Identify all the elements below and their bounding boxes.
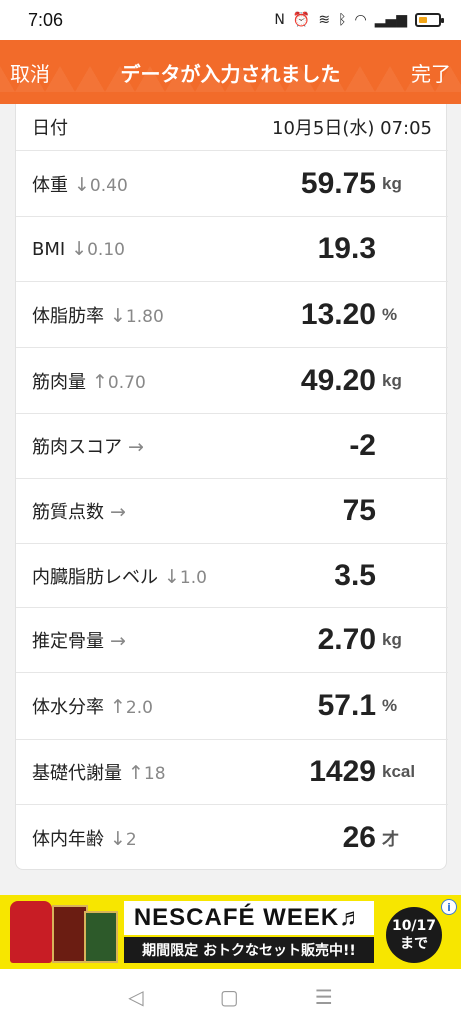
row-label: 内臓脂肪レベル <box>32 566 158 588</box>
home-icon[interactable]: ▢ <box>220 985 239 1009</box>
ad-date-badge: 10/17 まで <box>386 907 442 963</box>
measurement-row-bmr[interactable]: 基礎代謝量 ↑18 1429 kcal <box>16 740 448 805</box>
row-delta: 0.70 <box>107 372 146 393</box>
row-value: 1429 <box>309 755 376 788</box>
row-value: 2.70 <box>317 623 376 656</box>
vibrate-icon: ≋ <box>318 12 331 28</box>
down-arrow-icon: ↓ <box>110 827 126 850</box>
recents-icon[interactable]: ☰ <box>315 985 333 1009</box>
measurement-row-weight[interactable]: 体重 ↓0.40 59.75 kg <box>16 151 448 217</box>
row-unit: kcal <box>382 762 416 781</box>
status-time: 7:06 <box>28 9 64 30</box>
row-label: 推定骨量 <box>32 631 104 652</box>
row-delta: 18 <box>143 764 166 784</box>
row-label: 筋肉スコア <box>32 437 122 458</box>
row-label: 筋肉量 <box>32 371 86 393</box>
row-unit: kg <box>382 370 402 390</box>
row-unit: 才 <box>382 830 399 849</box>
row-delta: 1.80 <box>125 306 164 327</box>
done-button[interactable]: 完了 <box>391 58 461 87</box>
row-label: 筋質点数 <box>32 502 104 523</box>
measurement-row-bmi[interactable]: BMI ↓0.10 19.3 <box>16 217 448 282</box>
row-value: 19.3 <box>317 232 376 265</box>
row-value: 59.75 <box>300 166 376 200</box>
page-title: データが入力されました <box>120 61 341 86</box>
coffee-package-image <box>84 911 118 963</box>
bluetooth-icon: ᛒ <box>338 12 347 28</box>
row-value: -2 <box>349 429 376 462</box>
ad-sale-text: 期間限定 おトクなセット販売中!! <box>124 937 374 963</box>
up-arrow-icon: ↑ <box>110 696 126 718</box>
down-arrow-icon: ↓ <box>164 565 180 588</box>
row-unit: kg <box>382 173 402 193</box>
status-bar: 7:06 Ν ⏰ ≋ ᛒ ◠ ▂▄▆ <box>0 0 461 40</box>
date-row[interactable]: 日付 10月5日(水) 07:05 <box>16 104 448 151</box>
row-label: 体脂肪率 <box>32 305 104 327</box>
measurement-row-body-fat[interactable]: 体脂肪率 ↓1.80 13.20 % <box>16 282 448 348</box>
row-unit: % <box>382 696 398 715</box>
row-delta: 0.40 <box>89 175 128 196</box>
row-delta: 1.0 <box>179 567 207 588</box>
app-header: 取消 データが入力されました 完了 <box>0 40 461 104</box>
measurement-row-body-age[interactable]: 体内年齢 ↓2 26 才 <box>16 805 448 870</box>
measurement-row-bone-mass[interactable]: 推定骨量 → 2.70 kg <box>16 608 448 673</box>
up-arrow-icon: ↑ <box>128 762 144 784</box>
row-value: 57.1 <box>317 689 376 722</box>
row-delta: 2.0 <box>125 698 153 718</box>
battery-icon <box>415 13 444 27</box>
measurement-row-muscle-quality[interactable]: 筋質点数 → 75 <box>16 479 448 544</box>
measurement-row-muscle-mass[interactable]: 筋肉量 ↑0.70 49.20 kg <box>16 348 448 414</box>
measurement-row-muscle-score[interactable]: 筋肉スコア → -2 <box>16 414 448 479</box>
system-nav-bar: ◁ ▢ ☰ <box>0 969 461 1024</box>
row-unit: kg <box>382 630 402 649</box>
status-icons: Ν ⏰ ≋ ᛒ ◠ ▂▄▆ <box>274 12 444 28</box>
ad-info-icon[interactable]: i <box>441 899 457 915</box>
row-label: 体重 <box>32 174 68 196</box>
wifi-icon: ◠ <box>354 12 367 28</box>
row-label: 体内年齢 <box>32 828 104 850</box>
row-value: 3.5 <box>334 558 376 592</box>
row-value: 49.20 <box>300 363 376 397</box>
row-delta: 2 <box>125 829 137 850</box>
measurement-row-body-water[interactable]: 体水分率 ↑2.0 57.1 % <box>16 673 448 740</box>
down-arrow-icon: ↓ <box>74 173 90 196</box>
right-arrow-icon: → <box>128 436 144 458</box>
ad-brand: NESCAFÉ WEEK♬ <box>124 901 374 935</box>
down-arrow-icon: ↓ <box>71 238 88 260</box>
back-icon[interactable]: ◁ <box>128 985 143 1009</box>
down-arrow-icon: ↓ <box>110 304 126 327</box>
row-unit: % <box>382 304 398 324</box>
cancel-button[interactable]: 取消 <box>0 58 70 87</box>
row-value: 75 <box>342 494 376 527</box>
row-label: 基礎代謝量 <box>32 763 122 784</box>
row-value: 26 <box>342 820 376 854</box>
date-label: 日付 <box>32 118 68 139</box>
measurement-list: 日付 10月5日(水) 07:05 体重 ↓0.40 59.75 kg BMI ↓0… <box>15 104 448 870</box>
signal-icon: ▂▄▆ <box>374 12 407 28</box>
row-label: 体水分率 <box>32 697 104 718</box>
row-delta: 0.10 <box>87 240 125 260</box>
coffee-machine-image <box>10 901 52 963</box>
coffee-package-image <box>52 905 88 963</box>
ad-badge-date: 10/17 <box>391 918 437 934</box>
nfc-icon: Ν <box>274 12 285 28</box>
ad-banner[interactable]: NESCAFÉ WEEK♬ 期間限定 おトクなセット販売中!! 10/17 まで… <box>0 895 461 969</box>
right-arrow-icon: → <box>110 501 126 523</box>
row-value: 13.20 <box>300 297 376 331</box>
measurement-row-visceral-fat[interactable]: 内臓脂肪レベル ↓1.0 3.5 <box>16 544 448 608</box>
ad-badge-until: まで <box>400 936 428 952</box>
date-value: 10月5日(水) 07:05 <box>272 118 432 139</box>
row-label: BMI <box>32 239 66 260</box>
right-arrow-icon: → <box>110 630 126 652</box>
alarm-icon: ⏰ <box>292 12 311 28</box>
up-arrow-icon: ↑ <box>92 370 108 393</box>
